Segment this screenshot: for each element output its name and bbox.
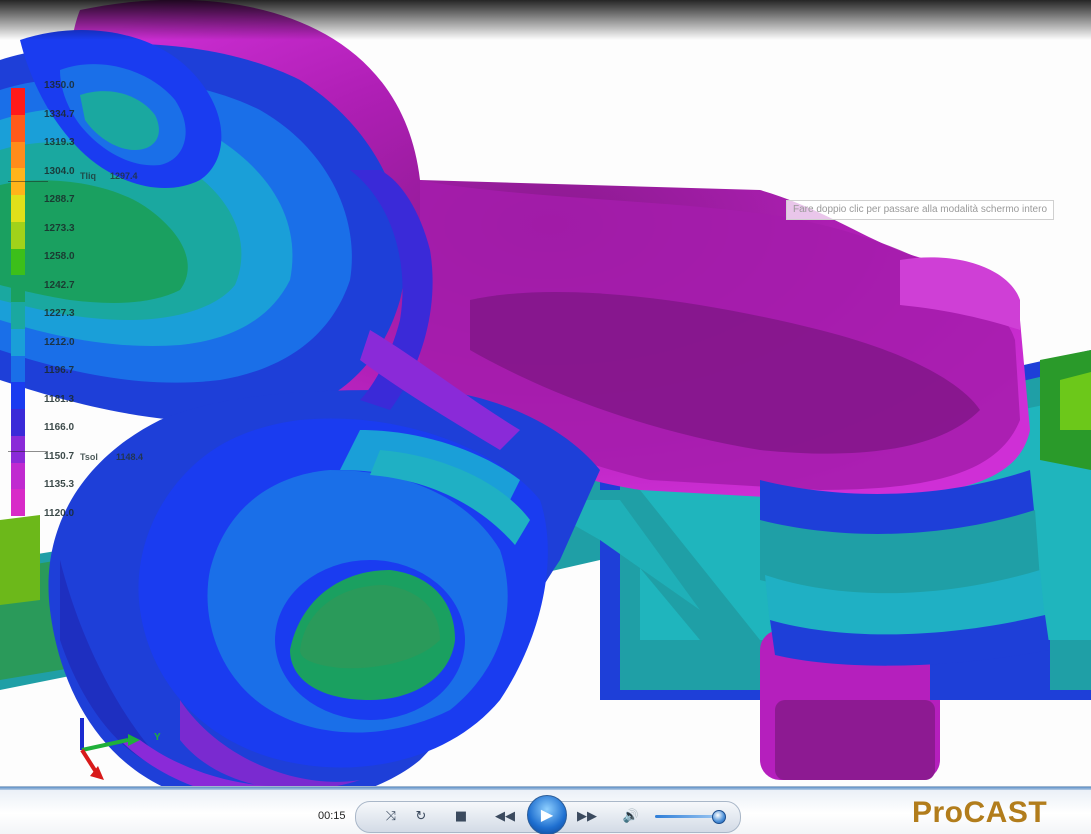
liquidus-value: 1297.4 [110,171,138,181]
legend-value: 1334.7 [44,108,75,120]
legend-value: 1150.7 [44,450,75,462]
legend-value: 1166.0 [44,422,75,434]
solidus-label: Tsol [80,452,98,462]
stop-icon[interactable]: ■ [450,805,472,827]
liquidus-label: Tliq [80,171,96,181]
legend-swatch [11,275,25,302]
legend-value: 1242.7 [44,279,75,291]
shuffle-icon[interactable]: ⤨ [380,805,402,827]
seek-bar[interactable] [0,787,1091,790]
legend-value: 1135.3 [44,479,75,491]
legend-value: 1319.3 [44,137,75,149]
procast-logo: ProCAST [912,796,1048,829]
legend-swatch [11,114,25,142]
legend-swatch [11,435,25,463]
video-player-window: 1350.0 1334.7 1319.3 1304.0 1288.7 1273.3 1258… [0,0,1091,834]
legend-value: 1227.3 [44,308,75,320]
play-icon: ▶ [540,807,554,824]
legend-swatch [11,302,25,329]
legend-swatch [11,328,25,356]
legend-value: 1212.0 [44,336,75,348]
elapsed-time: 00:15 [318,810,346,822]
legend-value: 1273.3 [44,222,75,234]
liquidus-marker [8,181,48,182]
legend-value: 1304.0 [44,165,75,177]
legend-swatch [11,88,25,115]
legend-swatch [11,489,25,516]
legend-value: 1288.7 [44,194,75,206]
temperature-legend: 1350.0 1334.7 1319.3 1304.0 1288.7 1273.3 1258… [8,80,168,520]
play-button[interactable]: ▶ [527,795,567,834]
volume-knob[interactable] [712,810,726,824]
legend-value: 1196.7 [44,365,75,377]
simulation-viewport[interactable]: 1350.0 1334.7 1319.3 1304.0 1288.7 1273.3 1258… [0,0,1091,801]
legend-value: 1120.0 [44,508,75,519]
legend-swatch [11,221,25,249]
legend-swatch [11,462,25,490]
fullscreen-tooltip: Fare doppio clic per passare alla modali… [786,200,1055,220]
solidus-value: 1148.4 [116,452,144,462]
solidus-marker [8,451,48,452]
legend-swatch [11,195,25,222]
fast-forward-icon[interactable]: ▶▶ [576,805,598,827]
legend-swatch [11,248,25,276]
legend-swatch [11,141,25,169]
legend-swatch [11,382,25,409]
rewind-icon[interactable]: ◀◀ [494,805,516,827]
volume-slider[interactable] [655,815,719,818]
legend-value: 1350.0 [44,80,75,91]
repeat-icon[interactable]: ↻ [410,805,432,827]
legend-value: 1181.3 [44,393,75,405]
legend-value: 1258.0 [44,251,75,263]
legend-swatch [11,409,25,436]
y-axis-label: Y [154,732,161,743]
volume-icon[interactable]: 🔊 [620,805,642,827]
legend-swatch [11,355,25,383]
